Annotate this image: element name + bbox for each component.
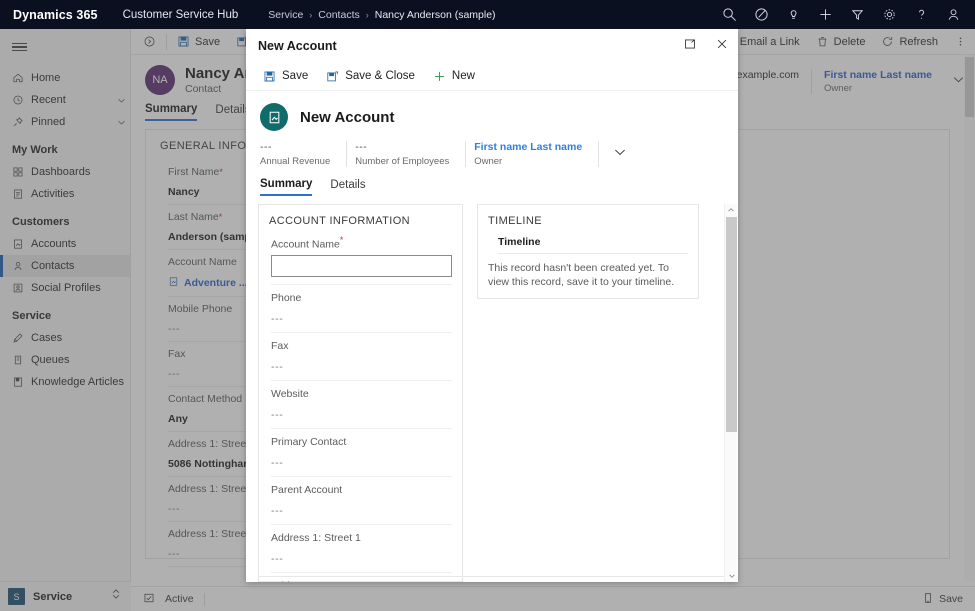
dialog-save-button[interactable]: Save (254, 62, 317, 91)
field-label: Account Name* (271, 235, 452, 251)
account-entity-icon (260, 103, 288, 131)
dialog-scrollbar[interactable] (724, 204, 737, 582)
timeline-empty-message: This record hasn't been created yet. To … (478, 254, 698, 289)
dialog-header-field-value: --- (355, 141, 449, 153)
user-account-icon[interactable] (937, 0, 969, 29)
dialog-save-button-label: Save (282, 70, 308, 82)
close-icon (716, 37, 728, 55)
dialog-record-title: New Account (300, 109, 394, 126)
new-plus-icon (433, 70, 446, 83)
dialog-field-parent-account[interactable]: Parent Account --- (271, 484, 452, 525)
dialog-header-field-number-of-employees[interactable]: --- Number of Employees (355, 141, 466, 167)
breadcrumb-item-contacts[interactable]: Contacts (318, 9, 359, 21)
dialog-body: ACCOUNT INFORMATION Account Name* Phone … (246, 204, 738, 582)
field-label: Address 1: Street 2 (271, 580, 452, 583)
new-account-dialog: New Account Save (246, 29, 738, 582)
product-brand: Dynamics 365 (0, 8, 98, 22)
account-name-input[interactable] (271, 255, 452, 277)
account-information-title: ACCOUNT INFORMATION (259, 205, 462, 227)
dialog-footer-divider (258, 576, 724, 577)
field-value: --- (271, 553, 452, 565)
dialog-new-button-label: New (452, 70, 475, 82)
account-information-card: ACCOUNT INFORMATION Account Name* Phone … (258, 204, 463, 582)
assistant-icon[interactable] (745, 0, 777, 29)
field-label: Website (271, 388, 452, 400)
dialog-field-primary-contact[interactable]: Primary Contact --- (271, 436, 452, 477)
dialog-tab-summary[interactable]: Summary (260, 178, 312, 196)
dialog-tab-details[interactable]: Details (330, 179, 365, 195)
field-label: Parent Account (271, 484, 452, 496)
save-icon (263, 70, 276, 83)
topbar-icon-group (713, 0, 975, 29)
dialog-command-bar: Save Save & Close New (246, 62, 738, 91)
breadcrumb-item-service[interactable]: Service (268, 9, 303, 21)
filter-icon[interactable] (841, 0, 873, 29)
dialog-record-header: New Account (246, 91, 738, 131)
dialog-header-expand-chevron-icon[interactable] (607, 141, 627, 164)
dialog-title: New Account (258, 39, 337, 53)
field-value: --- (271, 361, 452, 373)
dialog-header-field-value: --- (260, 141, 330, 153)
dialog-header-field-annual-revenue[interactable]: --- Annual Revenue (260, 141, 347, 167)
app-root: Dynamics 365 Customer Service Hub Servic… (0, 0, 975, 611)
timeline-subtitle: Timeline (498, 227, 688, 254)
timeline-card: TIMELINE Timeline This record hasn't bee… (477, 204, 699, 299)
timeline-title: TIMELINE (478, 205, 698, 227)
dialog-save-and-close-button[interactable]: Save & Close (317, 62, 424, 91)
field-value: --- (271, 457, 452, 469)
required-marker-icon: * (340, 235, 344, 245)
dialog-new-button[interactable]: New (424, 62, 484, 91)
dialog-field-fax[interactable]: Fax --- (271, 340, 452, 381)
dialog-body-inner: ACCOUNT INFORMATION Account Name* Phone … (246, 204, 738, 582)
field-label: Address 1: Street 1 (271, 532, 452, 544)
dialog-header-field-label: Annual Revenue (260, 156, 330, 167)
breadcrumb-separator-icon: › (309, 10, 312, 20)
scroll-down-arrow-icon[interactable] (725, 570, 738, 582)
add-icon[interactable] (809, 0, 841, 29)
top-navigation-bar: Dynamics 365 Customer Service Hub Servic… (0, 0, 975, 29)
field-label: Phone (271, 292, 452, 304)
field-label: Fax (271, 340, 452, 352)
save-close-icon (326, 70, 339, 83)
dialog-header-field-label: Number of Employees (355, 156, 449, 167)
field-label: Primary Contact (271, 436, 452, 448)
dialog-title-bar: New Account (246, 29, 738, 62)
breadcrumb-separator-icon: › (366, 10, 369, 20)
dialog-save-and-close-button-label: Save & Close (345, 70, 415, 82)
dialog-field-phone[interactable]: Phone --- (271, 292, 452, 333)
timeline-subtitle-wrap: Timeline (478, 227, 698, 254)
dialog-scrollbar-thumb[interactable] (726, 217, 737, 432)
dialog-field-account-name: Account Name* (271, 235, 452, 285)
field-value: --- (271, 505, 452, 517)
field-value: --- (271, 409, 452, 421)
dialog-field-address1-street1[interactable]: Address 1: Street 1 --- (271, 532, 452, 573)
help-icon[interactable] (905, 0, 937, 29)
expand-dialog-button[interactable] (674, 29, 706, 62)
dialog-field-website[interactable]: Website --- (271, 388, 452, 429)
dialog-header-field-label: Owner (474, 156, 582, 167)
app-name[interactable]: Customer Service Hub (123, 9, 239, 21)
close-dialog-button[interactable] (706, 29, 738, 62)
scroll-up-arrow-icon[interactable] (725, 204, 737, 216)
field-value: --- (271, 313, 452, 325)
lightbulb-icon[interactable] (777, 0, 809, 29)
breadcrumb-item-record[interactable]: Nancy Anderson (sample) (375, 9, 496, 21)
dialog-header-field-owner[interactable]: First name Last name Owner (474, 141, 599, 167)
search-icon[interactable] (713, 0, 745, 29)
dialog-header-fields: --- Annual Revenue --- Number of Employe… (246, 131, 738, 167)
dialog-field-address1-street2[interactable]: Address 1: Street 2 --- (271, 580, 452, 583)
dialog-header-field-value[interactable]: First name Last name (474, 141, 582, 153)
account-information-fields: Account Name* Phone --- Fax --- We (259, 227, 462, 582)
dialog-tabs: Summary Details (246, 178, 738, 196)
expand-icon (684, 37, 696, 55)
settings-gear-icon[interactable] (873, 0, 905, 29)
breadcrumb: Service › Contacts › Nancy Anderson (sam… (268, 9, 495, 21)
